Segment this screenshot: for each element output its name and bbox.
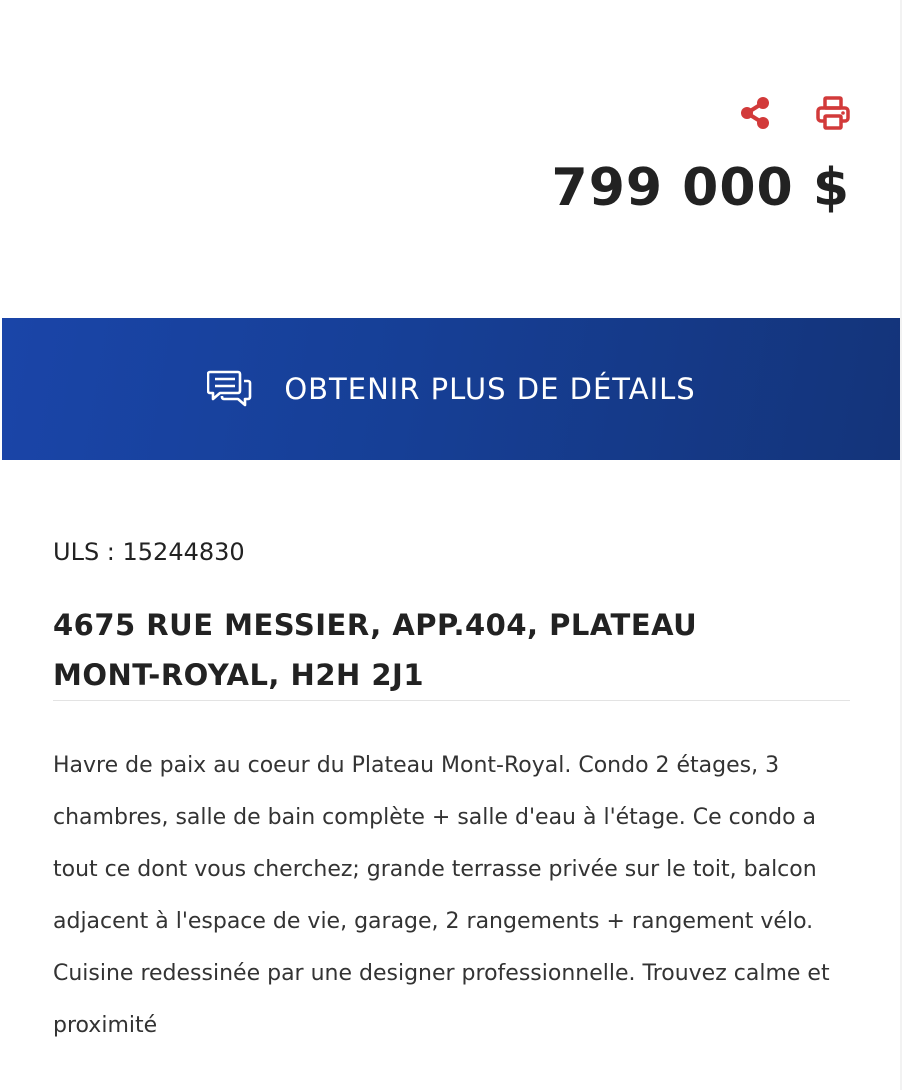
share-button[interactable] (736, 94, 774, 132)
print-button[interactable] (814, 94, 852, 132)
cta-content: OBTENIR PLUS DE DÉTAILS (206, 367, 695, 411)
listing-address: 4675 RUE MESSIER, APP.404, PLATEAU MONT-… (53, 600, 813, 700)
uls-number: ULS : 15244830 (53, 538, 245, 566)
address-line-1: 4675 RUE MESSIER, APP.404, PLATEAU (53, 608, 698, 642)
listing-actions (736, 94, 856, 134)
page-edge-line (900, 0, 902, 1090)
chat-bubbles-icon (206, 367, 254, 411)
cta-label: OBTENIR PLUS DE DÉTAILS (284, 372, 696, 406)
get-more-details-button[interactable]: OBTENIR PLUS DE DÉTAILS (2, 318, 900, 460)
address-line-2: MONT-ROYAL, H2H 2J1 (53, 658, 425, 692)
listing-description: Havre de paix au coeur du Plateau Mont-R… (53, 753, 830, 1038)
printer-icon (816, 96, 850, 130)
listing-price: 799 000 $ (551, 158, 850, 218)
share-icon (741, 97, 769, 129)
address-divider (53, 700, 850, 701)
listing-page: 799 000 $ OBTENIR PLUS DE DÉTAILS ULS : … (0, 0, 908, 1090)
